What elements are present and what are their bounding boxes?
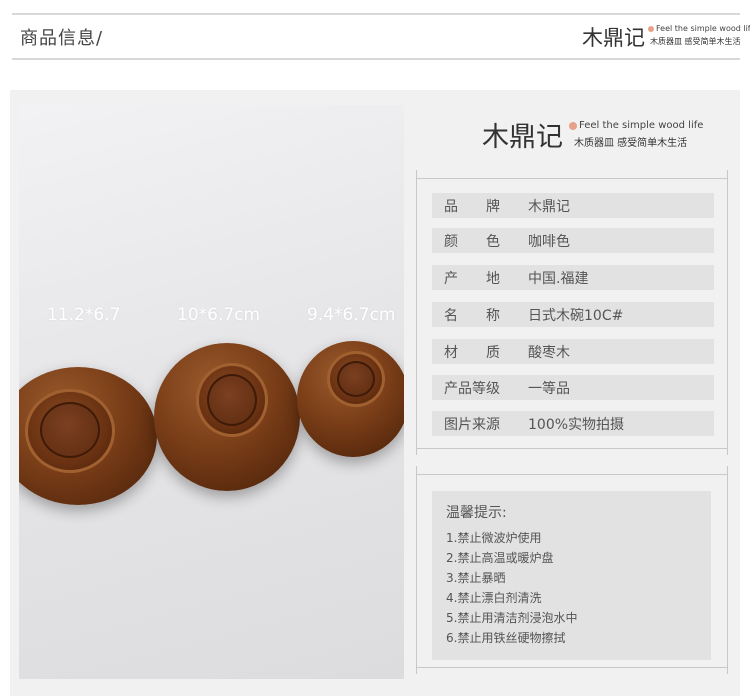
tips-title: 温馨提示: bbox=[446, 505, 507, 521]
spec-value: 日式木碗10C# bbox=[528, 308, 624, 324]
tips-frame-right-edge bbox=[727, 466, 728, 674]
tip-item: 1.禁止微波炉使用 bbox=[446, 531, 542, 545]
tip-item: 3.禁止暴晒 bbox=[446, 571, 506, 585]
bowl-small-foot bbox=[327, 351, 385, 407]
spec-row-grade: 产品等级 一等品 bbox=[432, 375, 714, 400]
spec-value: 100%实物拍摄 bbox=[528, 417, 625, 433]
tip-item: 4.禁止漂白剂清洗 bbox=[446, 591, 542, 605]
tips-box: 温馨提示: 1.禁止微波炉使用 2.禁止高温或暖炉盘 3.禁止暴晒 4.禁止漂白… bbox=[432, 491, 711, 660]
bowl-medium bbox=[154, 343, 300, 491]
spec-key: 名 称 bbox=[444, 308, 500, 324]
bowl-small-foot-inner bbox=[337, 361, 375, 397]
page-title: 商品信息/ bbox=[20, 28, 104, 49]
product-photo: 11.2*6.7 10*6.7cm 9.4*6.7cm bbox=[19, 105, 404, 679]
brand-logo-panel: 木鼎记 Feel the simple wood life 木质器皿 感受简单木… bbox=[482, 115, 712, 155]
logo-slogan-en: Feel the simple wood life bbox=[579, 120, 704, 131]
logo-text: 木鼎记 bbox=[582, 26, 645, 50]
spec-frame-left-edge bbox=[416, 170, 417, 455]
spec-row-color: 颜 色 咖啡色 bbox=[432, 228, 714, 253]
spec-row-name: 名 称 日式木碗10C# bbox=[432, 302, 714, 327]
logo-dot-icon bbox=[648, 26, 654, 32]
tip-item: 2.禁止高温或暖炉盘 bbox=[446, 551, 554, 565]
spec-key: 产 地 bbox=[444, 271, 500, 287]
spec-row-material: 材 质 酸枣木 bbox=[432, 339, 714, 364]
spec-key: 图片来源 bbox=[444, 417, 500, 433]
logo-slogan-cn: 木质器皿 感受简单木生活 bbox=[574, 138, 688, 149]
spec-row-origin: 产 地 中国.福建 bbox=[432, 265, 714, 290]
bowl-large-foot bbox=[25, 389, 115, 473]
bowl-medium-foot-inner bbox=[207, 374, 257, 426]
bowl-small bbox=[297, 341, 404, 457]
spec-value: 一等品 bbox=[528, 381, 570, 397]
spec-key: 产品等级 bbox=[444, 381, 500, 397]
spec-value: 酸枣木 bbox=[528, 345, 570, 361]
header-top-divider bbox=[12, 13, 740, 15]
bowl-large bbox=[19, 367, 157, 505]
tip-item: 6.禁止用铁丝硬物擦拭 bbox=[446, 631, 566, 645]
spec-key: 颜 色 bbox=[444, 234, 500, 250]
tips-frame-left-edge bbox=[416, 466, 417, 674]
bowl-large-foot-inner bbox=[40, 402, 100, 458]
size-label-medium: 10*6.7cm bbox=[177, 305, 261, 325]
logo-slogan-cn: 木质器皿 感受简单木生活 bbox=[650, 37, 741, 46]
spec-value: 咖啡色 bbox=[528, 234, 570, 250]
logo-slogan-en: Feel the simple wood life bbox=[656, 24, 750, 33]
spec-key: 材 质 bbox=[444, 345, 500, 361]
spec-row-photo-source: 图片来源 100%实物拍摄 bbox=[432, 411, 714, 436]
spec-key: 品 牌 bbox=[444, 199, 500, 215]
size-label-large: 11.2*6.7 bbox=[47, 305, 121, 325]
spec-frame-right-edge bbox=[727, 170, 728, 455]
tip-item: 5.禁止用清洁剂浸泡水中 bbox=[446, 611, 578, 625]
header-bottom-divider bbox=[12, 58, 740, 60]
bowl-medium-foot bbox=[196, 363, 268, 437]
logo-dot-icon bbox=[569, 122, 577, 130]
spec-value: 木鼎记 bbox=[528, 199, 570, 215]
spec-value: 中国.福建 bbox=[528, 271, 589, 287]
logo-text: 木鼎记 bbox=[482, 122, 563, 153]
size-label-small: 9.4*6.7cm bbox=[307, 305, 396, 325]
spec-row-brand: 品 牌 木鼎记 bbox=[432, 193, 714, 218]
